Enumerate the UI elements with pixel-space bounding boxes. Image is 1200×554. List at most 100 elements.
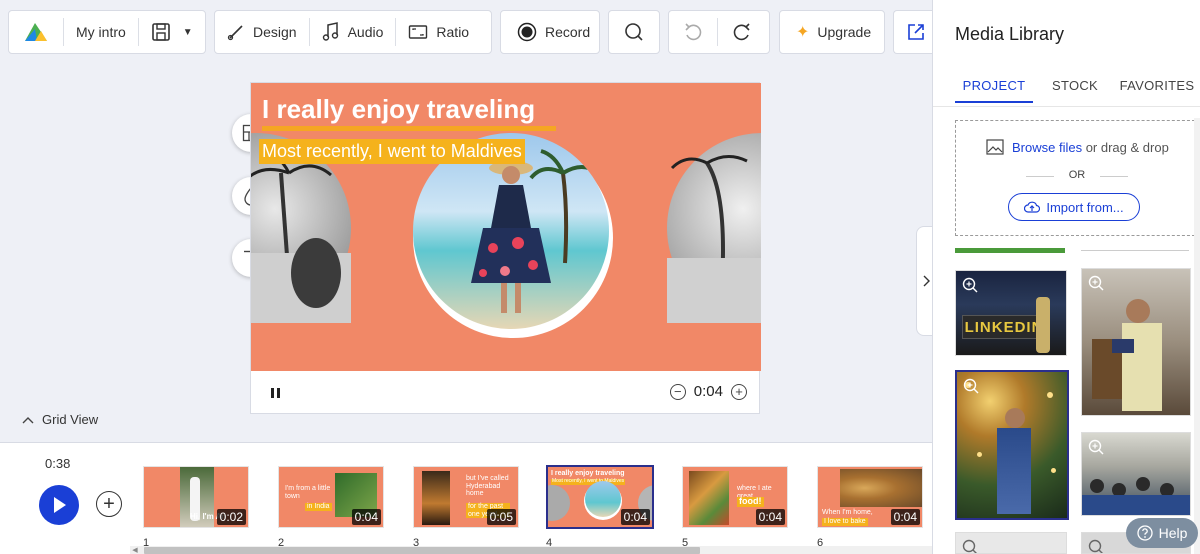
upgrade-label: Upgrade: [817, 24, 872, 40]
media-panel-scrollbar[interactable]: [1194, 118, 1200, 554]
thumbnail-caption-highlight: food!: [737, 496, 764, 507]
grid-view-label: Grid View: [42, 412, 99, 427]
media-item-classroom[interactable]: [1081, 432, 1191, 516]
tab-favorites[interactable]: FAVORITES: [1117, 70, 1197, 101]
right-photo-circle: [667, 133, 761, 323]
help-button[interactable]: Help: [1126, 518, 1198, 548]
image-icon: [986, 139, 1004, 155]
top-toolbar: My intro ▼ Design Audio Ratio Record ✦ U…: [0, 0, 933, 64]
grid-view-toggle[interactable]: Grid View: [22, 412, 98, 427]
file-group: My intro ▼: [8, 10, 206, 54]
import-label: Import from...: [1046, 199, 1124, 215]
audio-button[interactable]: Audio: [310, 11, 396, 53]
upgrade-button[interactable]: ✦ Upgrade: [780, 11, 887, 53]
thumbnail-caption-highlight: in India: [305, 503, 332, 511]
audio-label: Audio: [347, 24, 384, 40]
aspect-ratio-icon: [409, 25, 428, 39]
thumbnail-caption: I really enjoy traveling: [551, 470, 625, 477]
record-group: Record: [500, 10, 600, 54]
search-button[interactable]: [612, 11, 656, 53]
slide-thumbnail-1[interactable]: Hi, I'm An 0:02: [143, 466, 249, 528]
external-link-icon: [908, 24, 924, 40]
edit-group: Design Audio Ratio: [214, 10, 492, 54]
media-library-tabs: PROJECT STOCK FAVORITES: [933, 70, 1200, 106]
record-button[interactable]: Record: [501, 11, 606, 53]
timeline: 0:38 + Hi, I'm An 0:02 1 I'm from a litt…: [0, 442, 932, 554]
design-label: Design: [253, 24, 297, 40]
brush-icon: [227, 25, 243, 41]
scroll-left-icon[interactable]: ◀: [130, 546, 140, 554]
media-item-reading[interactable]: [1081, 268, 1191, 416]
thumbnail-caption-highlight: I love to bake: [822, 518, 868, 526]
zoom-icon[interactable]: [962, 539, 978, 554]
zoom-icon[interactable]: [1088, 275, 1104, 291]
logo-icon: [25, 23, 47, 41]
zoom-icon[interactable]: [963, 378, 979, 394]
slide-thumbnail-3[interactable]: but I've called Hyderabad home for the p…: [413, 466, 519, 528]
tab-project[interactable]: PROJECT: [955, 70, 1033, 103]
increase-duration-button[interactable]: +: [731, 383, 747, 400]
save-menu-button[interactable]: ▼: [139, 11, 205, 53]
chevron-right-icon: [923, 275, 930, 287]
cloud-upload-icon: [1024, 201, 1041, 213]
undo-icon: [685, 23, 702, 41]
zoom-icon[interactable]: [1088, 539, 1104, 554]
file-drop-zone[interactable]: Browse files or drag & drop OR Import fr…: [955, 120, 1195, 236]
decrease-duration-button[interactable]: −: [669, 383, 686, 400]
chevron-down-icon: ▼: [182, 26, 193, 38]
media-item-partial[interactable]: [955, 532, 1067, 554]
tab-divider: [933, 106, 1200, 107]
slide-duration: 0:04: [693, 383, 723, 400]
scrollbar-thumb[interactable]: [144, 547, 700, 554]
player-controls: − 0:04 +: [251, 371, 761, 415]
total-duration: 0:38: [45, 456, 71, 471]
thumbnail-duration: 0:04: [351, 509, 381, 525]
app-logo[interactable]: [9, 11, 63, 53]
media-library-title: Media Library: [955, 24, 1065, 44]
pause-button[interactable]: [271, 388, 280, 398]
drag-drop-text: or drag & drop: [1085, 139, 1169, 155]
media-item-partial: [1081, 250, 1189, 251]
record-label: Record: [545, 24, 591, 40]
thumbnail-duration: 0:02: [216, 509, 246, 525]
save-icon: [151, 23, 170, 41]
browse-row: Browse files or drag & drop: [986, 139, 1169, 155]
slide-title[interactable]: I really enjoy traveling: [262, 94, 535, 125]
undo-button[interactable]: [669, 11, 717, 53]
play-icon: [54, 497, 66, 513]
media-item-partial: [955, 248, 1065, 253]
chevron-up-icon: [22, 416, 34, 423]
thumbnail-duration: 0:05: [486, 509, 516, 525]
import-from-button[interactable]: Import from...: [1008, 193, 1140, 221]
redo-button[interactable]: [718, 11, 766, 53]
slide-thumbnail-2[interactable]: I'm from a little town in India 0:04: [278, 466, 384, 528]
browse-files-link[interactable]: Browse files: [1012, 140, 1082, 155]
ratio-button[interactable]: Ratio: [396, 11, 481, 53]
redo-icon: [733, 23, 750, 41]
play-button[interactable]: [39, 485, 79, 525]
slide-thumbnail-5[interactable]: where I ate great food! 0:04: [682, 466, 788, 528]
video-preview: I really enjoy traveling Most recently, …: [250, 82, 761, 415]
project-name[interactable]: My intro: [64, 11, 138, 53]
help-icon: [1136, 525, 1153, 541]
share-group: [893, 10, 933, 54]
slide-subtitle[interactable]: Most recently, I went to Maldives: [259, 139, 525, 164]
or-divider: OR: [1026, 169, 1128, 181]
slide-thumbnail-6[interactable]: When I'm home, I love to bake 0:04: [817, 466, 923, 528]
timeline-scrollbar[interactable]: ◀: [130, 546, 932, 554]
thumbnail-duration: 0:04: [755, 509, 785, 525]
add-slide-button[interactable]: +: [96, 491, 122, 517]
zoom-icon[interactable]: [1088, 439, 1104, 455]
record-icon: [517, 22, 537, 42]
sparkle-icon: ✦: [796, 24, 810, 41]
zoom-icon[interactable]: [962, 277, 978, 293]
tab-stock[interactable]: STOCK: [1045, 70, 1105, 101]
history-group: [668, 10, 770, 54]
current-slide[interactable]: I really enjoy traveling Most recently, …: [251, 83, 761, 371]
design-button[interactable]: Design: [215, 11, 309, 53]
media-item-linkedin[interactable]: LINKEDIN: [955, 270, 1067, 356]
slide-thumbnail-4[interactable]: I really enjoy traveling Most recently, …: [546, 465, 654, 529]
music-note-icon: [322, 22, 338, 41]
media-item-garden[interactable]: [955, 370, 1069, 520]
thumbnail-caption: but I've called Hyderabad home: [466, 475, 509, 498]
